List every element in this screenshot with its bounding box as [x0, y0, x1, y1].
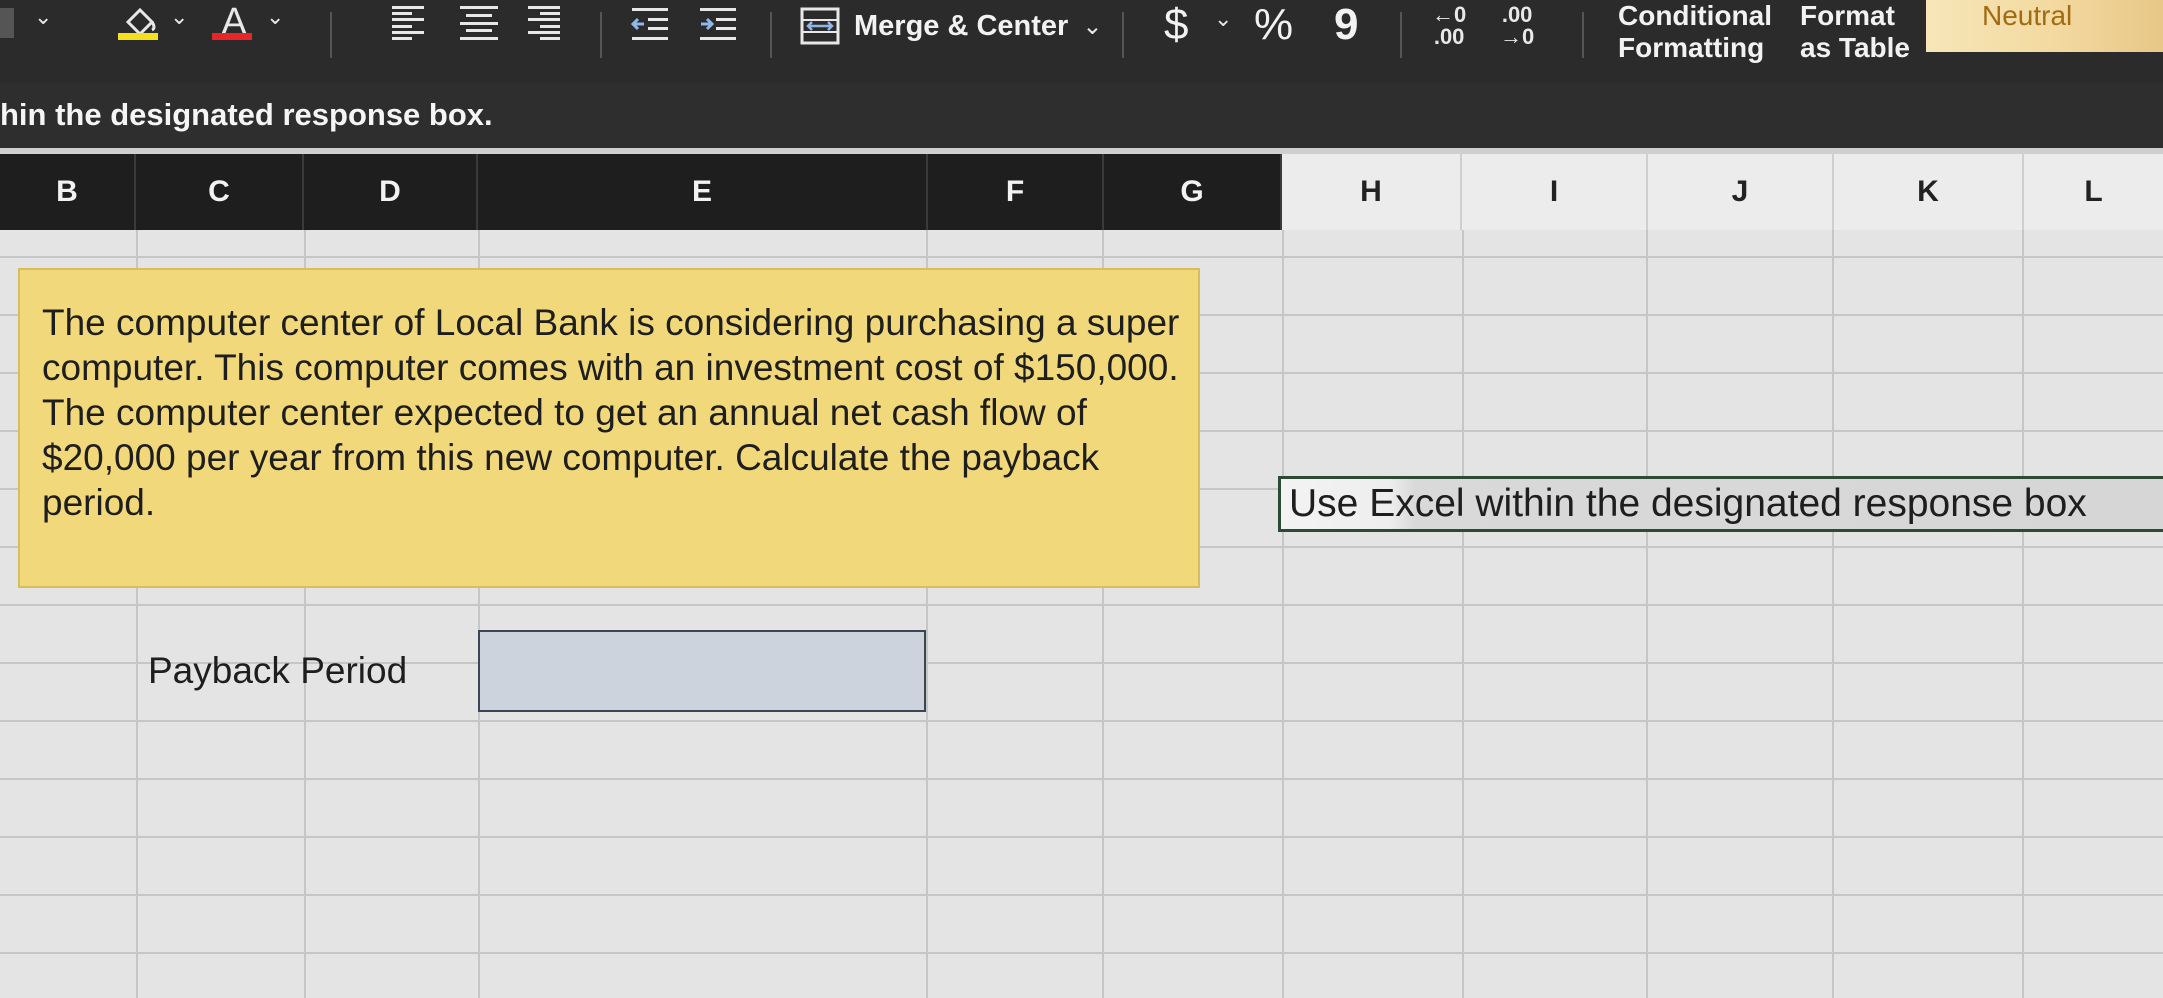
payback-period-label: Payback Period: [148, 650, 408, 691]
conditional-formatting-line1: Conditional: [1618, 0, 1772, 31]
ribbon-separator: [1582, 12, 1584, 58]
grid-line: [1462, 230, 1464, 998]
align-center-icon: [460, 6, 498, 40]
align-right-button[interactable]: [528, 6, 560, 40]
currency-format-button[interactable]: $: [1164, 0, 1188, 50]
merge-center-button[interactable]: Merge & Center ⌄: [800, 4, 1102, 48]
font-color-swatch: [212, 33, 252, 40]
merge-icon: [800, 7, 840, 45]
column-header-d[interactable]: D: [304, 154, 478, 230]
column-header-i[interactable]: I: [1462, 154, 1648, 230]
column-header-j[interactable]: J: [1648, 154, 1834, 230]
grid-line: [2022, 230, 2024, 998]
payback-answer-cell[interactable]: [478, 630, 926, 712]
align-center-button[interactable]: [460, 6, 498, 40]
format-table-line1: Format: [1800, 0, 1895, 31]
column-headers: B C D E F G H I J K L: [0, 154, 2163, 230]
ribbon-toolbar: ⌄ ⌄ A ⌄ Merge & Center ⌄ $ ⌄ % 9 ←0 .00 …: [0, 0, 2163, 82]
cell-style-neutral[interactable]: Neutral: [1926, 0, 2163, 52]
format-table-line2: as Table: [1800, 32, 1910, 63]
spreadsheet-grid[interactable]: The computer center of Local Bank is con…: [0, 230, 2163, 998]
align-right-icon: [528, 6, 560, 40]
align-left-icon: [392, 6, 424, 40]
increase-decimal-top: ←0: [1432, 2, 1467, 27]
grid-line: [0, 836, 2163, 838]
increase-decimal-bottom: .00: [1433, 24, 1465, 49]
fill-color-button[interactable]: [118, 0, 162, 44]
cell-style-neutral-label: Neutral: [1982, 0, 2073, 31]
column-header-e[interactable]: E: [478, 154, 928, 230]
column-header-c[interactable]: C: [136, 154, 304, 230]
column-header-f[interactable]: F: [928, 154, 1104, 230]
borders-dropdown-chevron-icon[interactable]: ⌄: [34, 4, 52, 30]
grid-line: [1646, 230, 1648, 998]
increase-indent-button[interactable]: [698, 6, 738, 42]
merge-center-label: Merge & Center: [854, 9, 1069, 42]
merge-dropdown-chevron-icon[interactable]: ⌄: [1082, 12, 1102, 41]
column-header-g[interactable]: G: [1104, 154, 1282, 230]
grid-line: [0, 604, 2163, 606]
decrease-indent-button[interactable]: [630, 6, 670, 42]
currency-dropdown-chevron-icon[interactable]: ⌄: [1214, 6, 1232, 32]
ribbon-separator: [600, 12, 602, 58]
decrease-indent-icon: [630, 8, 668, 40]
decrease-decimal-button[interactable]: .00 →0: [1500, 4, 1534, 48]
increase-decimal-button[interactable]: ←0 .00: [1432, 4, 1466, 48]
formula-bar-text: hin the designated response box.: [0, 97, 493, 132]
question-text-box[interactable]: The computer center of Local Bank is con…: [18, 268, 1200, 588]
conditional-formatting-button[interactable]: Conditional Formatting: [1618, 0, 1772, 64]
column-header-b[interactable]: B: [0, 154, 136, 230]
grid-line: [1282, 230, 1284, 998]
font-color-dropdown-chevron-icon[interactable]: ⌄: [266, 4, 284, 30]
ribbon-separator: [1122, 12, 1124, 58]
format-as-table-button[interactable]: Format as Table: [1800, 0, 1910, 64]
column-header-l[interactable]: L: [2024, 154, 2163, 230]
conditional-formatting-line2: Formatting: [1618, 32, 1765, 63]
ribbon-separator: [1400, 12, 1402, 58]
response-note-cell[interactable]: Use Excel within the designated response…: [1278, 476, 2163, 532]
grid-line: [1832, 230, 1834, 998]
grid-line: [0, 720, 2163, 722]
ribbon-separator: [770, 12, 772, 58]
comma-style-button[interactable]: 9: [1334, 0, 1358, 50]
fill-color-dropdown-chevron-icon[interactable]: ⌄: [170, 4, 188, 30]
grid-line: [0, 894, 2163, 896]
grid-line: [0, 256, 2163, 258]
formula-bar[interactable]: hin the designated response box.: [0, 82, 2163, 148]
borders-icon[interactable]: [0, 8, 14, 38]
decrease-decimal-top: .00: [1501, 2, 1533, 27]
question-text: The computer center of Local Bank is con…: [42, 302, 1180, 523]
increase-indent-icon: [700, 8, 736, 40]
font-color-button[interactable]: A: [212, 0, 256, 44]
column-header-k[interactable]: K: [1834, 154, 2024, 230]
decrease-decimal-bottom: →0: [1500, 24, 1535, 49]
align-left-button[interactable]: [392, 6, 424, 40]
grid-line: [0, 778, 2163, 780]
column-header-h[interactable]: H: [1282, 154, 1462, 230]
ribbon-separator: [330, 12, 332, 58]
percent-format-button[interactable]: %: [1254, 0, 1293, 50]
fill-color-swatch: [118, 33, 158, 40]
grid-line: [0, 952, 2163, 954]
